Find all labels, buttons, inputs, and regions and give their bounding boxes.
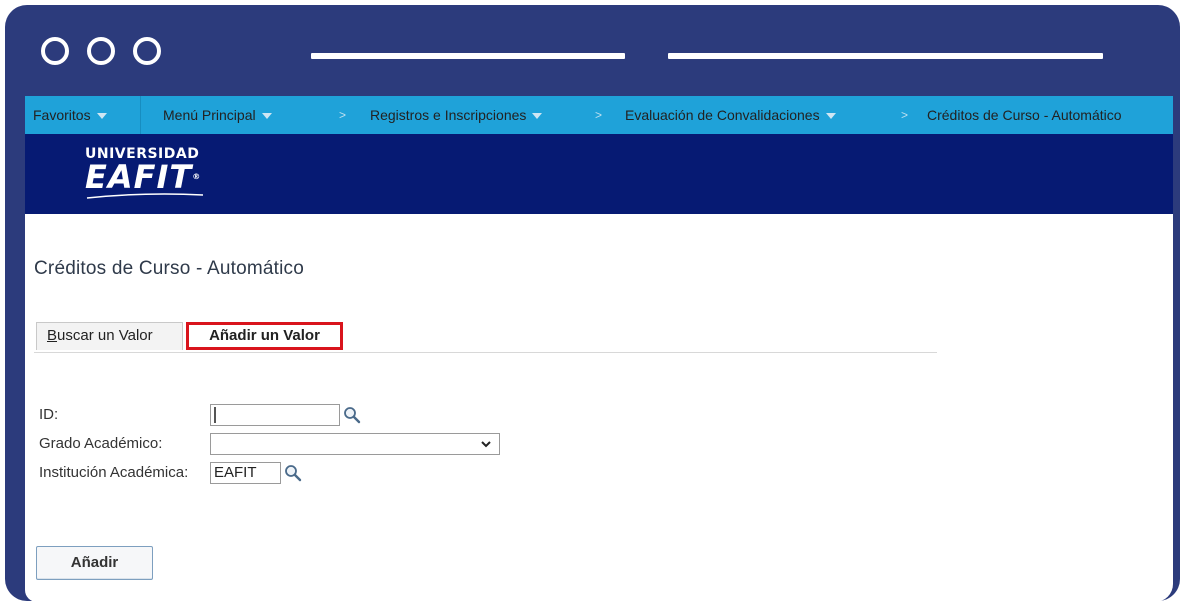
tab-anadir-valor[interactable]: Añadir un Valor	[186, 322, 343, 350]
nav-evaluacion-label: Evaluación de Convalidaciones	[625, 107, 820, 123]
nav-registros-label: Registros e Inscripciones	[370, 107, 527, 123]
logo-eafit: EAFIT	[85, 158, 193, 196]
window-control-circle-icon[interactable]	[41, 37, 69, 65]
nav-current-page-label: Créditos de Curso - Automático	[927, 107, 1122, 123]
window-control-circle-icon[interactable]	[87, 37, 115, 65]
nav-registros[interactable]: Registros e Inscripciones	[370, 96, 543, 134]
nav-evaluacion[interactable]: Evaluación de Convalidaciones	[625, 96, 836, 134]
caret-down-icon	[532, 113, 543, 120]
title-bar-line	[311, 53, 625, 59]
institucion-field[interactable]: EAFIT	[210, 462, 281, 484]
nav-favoritos[interactable]: Favoritos	[33, 96, 107, 134]
registered-mark: ®	[192, 172, 202, 181]
nav-current-page[interactable]: Créditos de Curso - Automático	[927, 96, 1122, 134]
page-viewport: Favoritos Menú Principal > Registros e I…	[25, 96, 1173, 602]
nav-menu-principal-label: Menú Principal	[163, 107, 256, 123]
nav-menu-principal[interactable]: Menú Principal	[163, 96, 272, 134]
institucion-label: Institución Académica:	[39, 464, 189, 481]
page-title: Créditos de Curso - Automático	[34, 258, 305, 279]
tab-anadir-label: Añadir un Valor	[209, 327, 320, 344]
id-field[interactable]	[210, 404, 340, 426]
magnifier-icon[interactable]	[343, 406, 361, 424]
chevron-down-icon	[481, 441, 491, 448]
university-logo: UNIVERSIDAD EAFIT®	[85, 146, 205, 200]
magnifier-icon[interactable]	[284, 464, 302, 482]
tabs-divider	[34, 352, 937, 353]
caret-down-icon	[825, 113, 836, 120]
id-label: ID:	[39, 406, 59, 423]
grado-academico-select[interactable]	[210, 433, 500, 455]
tab-buscar-accesskey: B	[47, 327, 58, 344]
chevron-right-icon: >	[901, 108, 909, 122]
institucion-field-value: EAFIT	[214, 464, 257, 481]
text-cursor	[214, 407, 216, 423]
tab-buscar-valor[interactable]: Buscar un Valor	[36, 322, 183, 350]
brand-banner: UNIVERSIDAD EAFIT®	[25, 134, 1173, 214]
nav-favoritos-label: Favoritos	[33, 107, 91, 123]
chevron-right-icon: >	[595, 108, 603, 122]
window-control-circle-icon[interactable]	[133, 37, 161, 65]
add-button[interactable]: Añadir	[36, 546, 153, 580]
tab-buscar-label: uscar un Valor	[57, 327, 153, 344]
caret-down-icon	[261, 113, 272, 120]
logo-line2: EAFIT®	[85, 161, 205, 193]
chevron-right-icon: >	[339, 108, 347, 122]
breadcrumb-nav: Favoritos Menú Principal > Registros e I…	[25, 96, 1173, 134]
nav-divider	[140, 96, 141, 134]
grado-label: Grado Académico:	[39, 435, 163, 452]
caret-down-icon	[96, 113, 107, 120]
address-bar-line	[668, 53, 1103, 59]
